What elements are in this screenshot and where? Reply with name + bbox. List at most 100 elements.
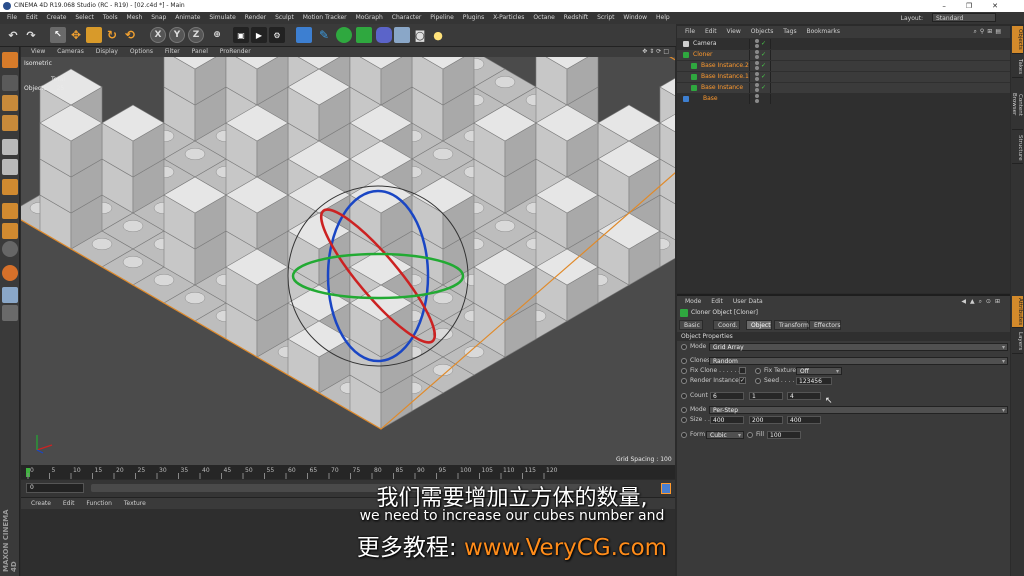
cube-object-icon[interactable]	[296, 27, 312, 43]
om-toolbar-icons[interactable]: ⌕⚲⊞▤	[974, 26, 1004, 38]
attr-tab-object[interactable]: Object	[746, 320, 772, 330]
form-dropdown[interactable]: Cubic	[706, 431, 744, 439]
attr-menu-mode[interactable]: Mode	[685, 298, 701, 305]
render-picture-viewer-icon[interactable]: ▶	[251, 27, 267, 43]
viewport-menu-prorender[interactable]: ProRender	[220, 48, 251, 55]
preview-range-slider[interactable]	[91, 484, 611, 492]
om-menu-view[interactable]: View	[727, 28, 741, 35]
menu-render[interactable]: Render	[245, 14, 266, 21]
viewport-menu-view[interactable]: View	[31, 48, 45, 55]
recent-tools-icon[interactable]: ⟲	[122, 27, 138, 43]
om-menu-objects[interactable]: Objects	[751, 28, 774, 35]
tab-structure[interactable]: Structure	[1012, 132, 1023, 164]
lock-x-axis-button[interactable]: X	[150, 27, 166, 43]
deformer-icon[interactable]	[376, 27, 392, 43]
coordinate-system-icon[interactable]: ⊕	[209, 27, 225, 43]
object-manager-list[interactable]: Camera ✓ Cloner ✓ Base Instance.2 ✓ Base…	[677, 38, 1010, 293]
count-z-field[interactable]: 4	[787, 392, 821, 400]
enable-checkmark[interactable]: ✓	[761, 61, 766, 71]
minimize-button[interactable]: –	[942, 2, 966, 10]
tab-attributes[interactable]: Attributes	[1012, 296, 1023, 328]
edges-mode-icon[interactable]	[2, 159, 18, 175]
attr-menu-user-data[interactable]: User Data	[733, 298, 763, 305]
lock-y-axis-button[interactable]: Y	[169, 27, 185, 43]
material-manager-area[interactable]	[21, 509, 675, 576]
menu-x-particles[interactable]: X-Particles	[493, 14, 524, 21]
menu-mesh[interactable]: Mesh	[127, 14, 143, 21]
fix-texture-dropdown[interactable]: Off	[796, 367, 842, 375]
autokey-icon[interactable]	[661, 483, 671, 494]
polygons-mode-icon[interactable]	[2, 179, 18, 195]
select-cursor-icon[interactable]: ↖	[50, 27, 66, 43]
lock-z-axis-button[interactable]: Z	[188, 27, 204, 43]
attr-tab-effectors[interactable]: Effectors	[809, 320, 841, 330]
animate-radio[interactable]	[747, 432, 753, 438]
tab-content-browser[interactable]: Content Browser	[1011, 80, 1023, 130]
attr-tab-basic[interactable]: Basic	[679, 320, 703, 330]
menu-animate[interactable]: Animate	[175, 14, 200, 21]
animate-radio[interactable]	[755, 368, 761, 374]
make-editable-icon[interactable]	[2, 52, 18, 68]
material-menu-texture[interactable]: Texture	[124, 500, 146, 507]
menu-simulate[interactable]: Simulate	[209, 14, 236, 21]
pen-spline-icon[interactable]: ✎	[316, 27, 332, 43]
clones-dropdown[interactable]: Random	[709, 357, 1008, 365]
animate-radio[interactable]	[681, 368, 687, 374]
object-row-base-instance-1[interactable]: Base Instance.1 ✓	[677, 72, 1010, 82]
material-menu-function[interactable]: Function	[86, 500, 112, 507]
render-settings-icon[interactable]: ⚙	[269, 27, 285, 43]
material-menu-edit[interactable]: Edit	[63, 500, 75, 507]
redo-icon[interactable]: ↷	[23, 27, 39, 43]
planar-workplane-icon[interactable]	[2, 287, 18, 303]
menu-edit[interactable]: Edit	[26, 14, 38, 21]
animate-radio[interactable]	[681, 432, 687, 438]
size-z-field[interactable]: 400	[787, 416, 821, 424]
workplane-mode-icon[interactable]	[2, 115, 18, 131]
tweak-mode-icon[interactable]	[2, 223, 18, 239]
menu-plugins[interactable]: Plugins	[463, 14, 485, 21]
mode2-dropdown[interactable]: Per-Step	[709, 406, 1008, 414]
menu-help[interactable]: Help	[656, 14, 670, 21]
model-mode-icon[interactable]	[2, 75, 18, 91]
menu-tools[interactable]: Tools	[103, 14, 118, 21]
om-menu-file[interactable]: File	[685, 28, 695, 35]
seed-field[interactable]: 123456	[796, 377, 832, 385]
object-row-camera[interactable]: Camera ✓	[677, 39, 1010, 49]
3d-viewport[interactable]	[21, 57, 675, 465]
undo-icon[interactable]: ↶	[5, 27, 21, 43]
menu-redshift[interactable]: Redshift	[564, 14, 588, 21]
size-x-field[interactable]: 400	[710, 416, 744, 424]
solo-mode-icon[interactable]	[2, 305, 18, 321]
om-menu-bookmarks[interactable]: Bookmarks	[807, 28, 841, 35]
menu-snap[interactable]: Snap	[151, 14, 166, 21]
attr-menu-edit[interactable]: Edit	[711, 298, 723, 305]
fix-clone-checkbox[interactable]	[739, 367, 746, 374]
attr-tab-transform[interactable]: Transform	[774, 320, 809, 330]
timeline-ruler[interactable]: 0 5 10 15 20 25 30 35 40 45 50 55 60 65 70 75 80 85 90 95 10…	[21, 465, 675, 479]
menu-sculpt[interactable]: Sculpt	[275, 14, 294, 21]
layout-dropdown[interactable]: Standard	[932, 13, 996, 22]
animate-radio[interactable]	[681, 378, 687, 384]
rotate-icon[interactable]: ↻	[104, 27, 120, 43]
visibility-dots[interactable]	[749, 83, 771, 93]
count-y-field[interactable]: 1	[749, 392, 783, 400]
count-x-field[interactable]: 6	[710, 392, 744, 400]
visibility-dots[interactable]	[749, 72, 771, 82]
close-button[interactable]: ✕	[992, 2, 1018, 10]
object-row-base-instance[interactable]: Base Instance ✓	[677, 83, 1010, 93]
menu-mograph[interactable]: MoGraph	[356, 14, 383, 21]
subdivision-surface-icon[interactable]	[336, 27, 352, 43]
light-icon[interactable]: ●	[430, 27, 446, 43]
viewport-menu-cameras[interactable]: Cameras	[57, 48, 84, 55]
enable-checkmark[interactable]: ✓	[761, 39, 766, 49]
visibility-dots[interactable]	[749, 50, 771, 60]
tab-layers[interactable]: Layers	[1012, 330, 1023, 354]
points-mode-icon[interactable]	[2, 139, 18, 155]
viewport-menu-panel[interactable]: Panel	[192, 48, 208, 55]
animate-radio[interactable]	[681, 344, 687, 350]
viewport-menu-filter[interactable]: Filter	[165, 48, 180, 55]
menu-motion-tracker[interactable]: Motion Tracker	[303, 14, 347, 21]
render-instances-checkbox[interactable]: ✓	[739, 377, 746, 384]
menu-script[interactable]: Script	[597, 14, 614, 21]
menu-create[interactable]: Create	[47, 14, 67, 21]
